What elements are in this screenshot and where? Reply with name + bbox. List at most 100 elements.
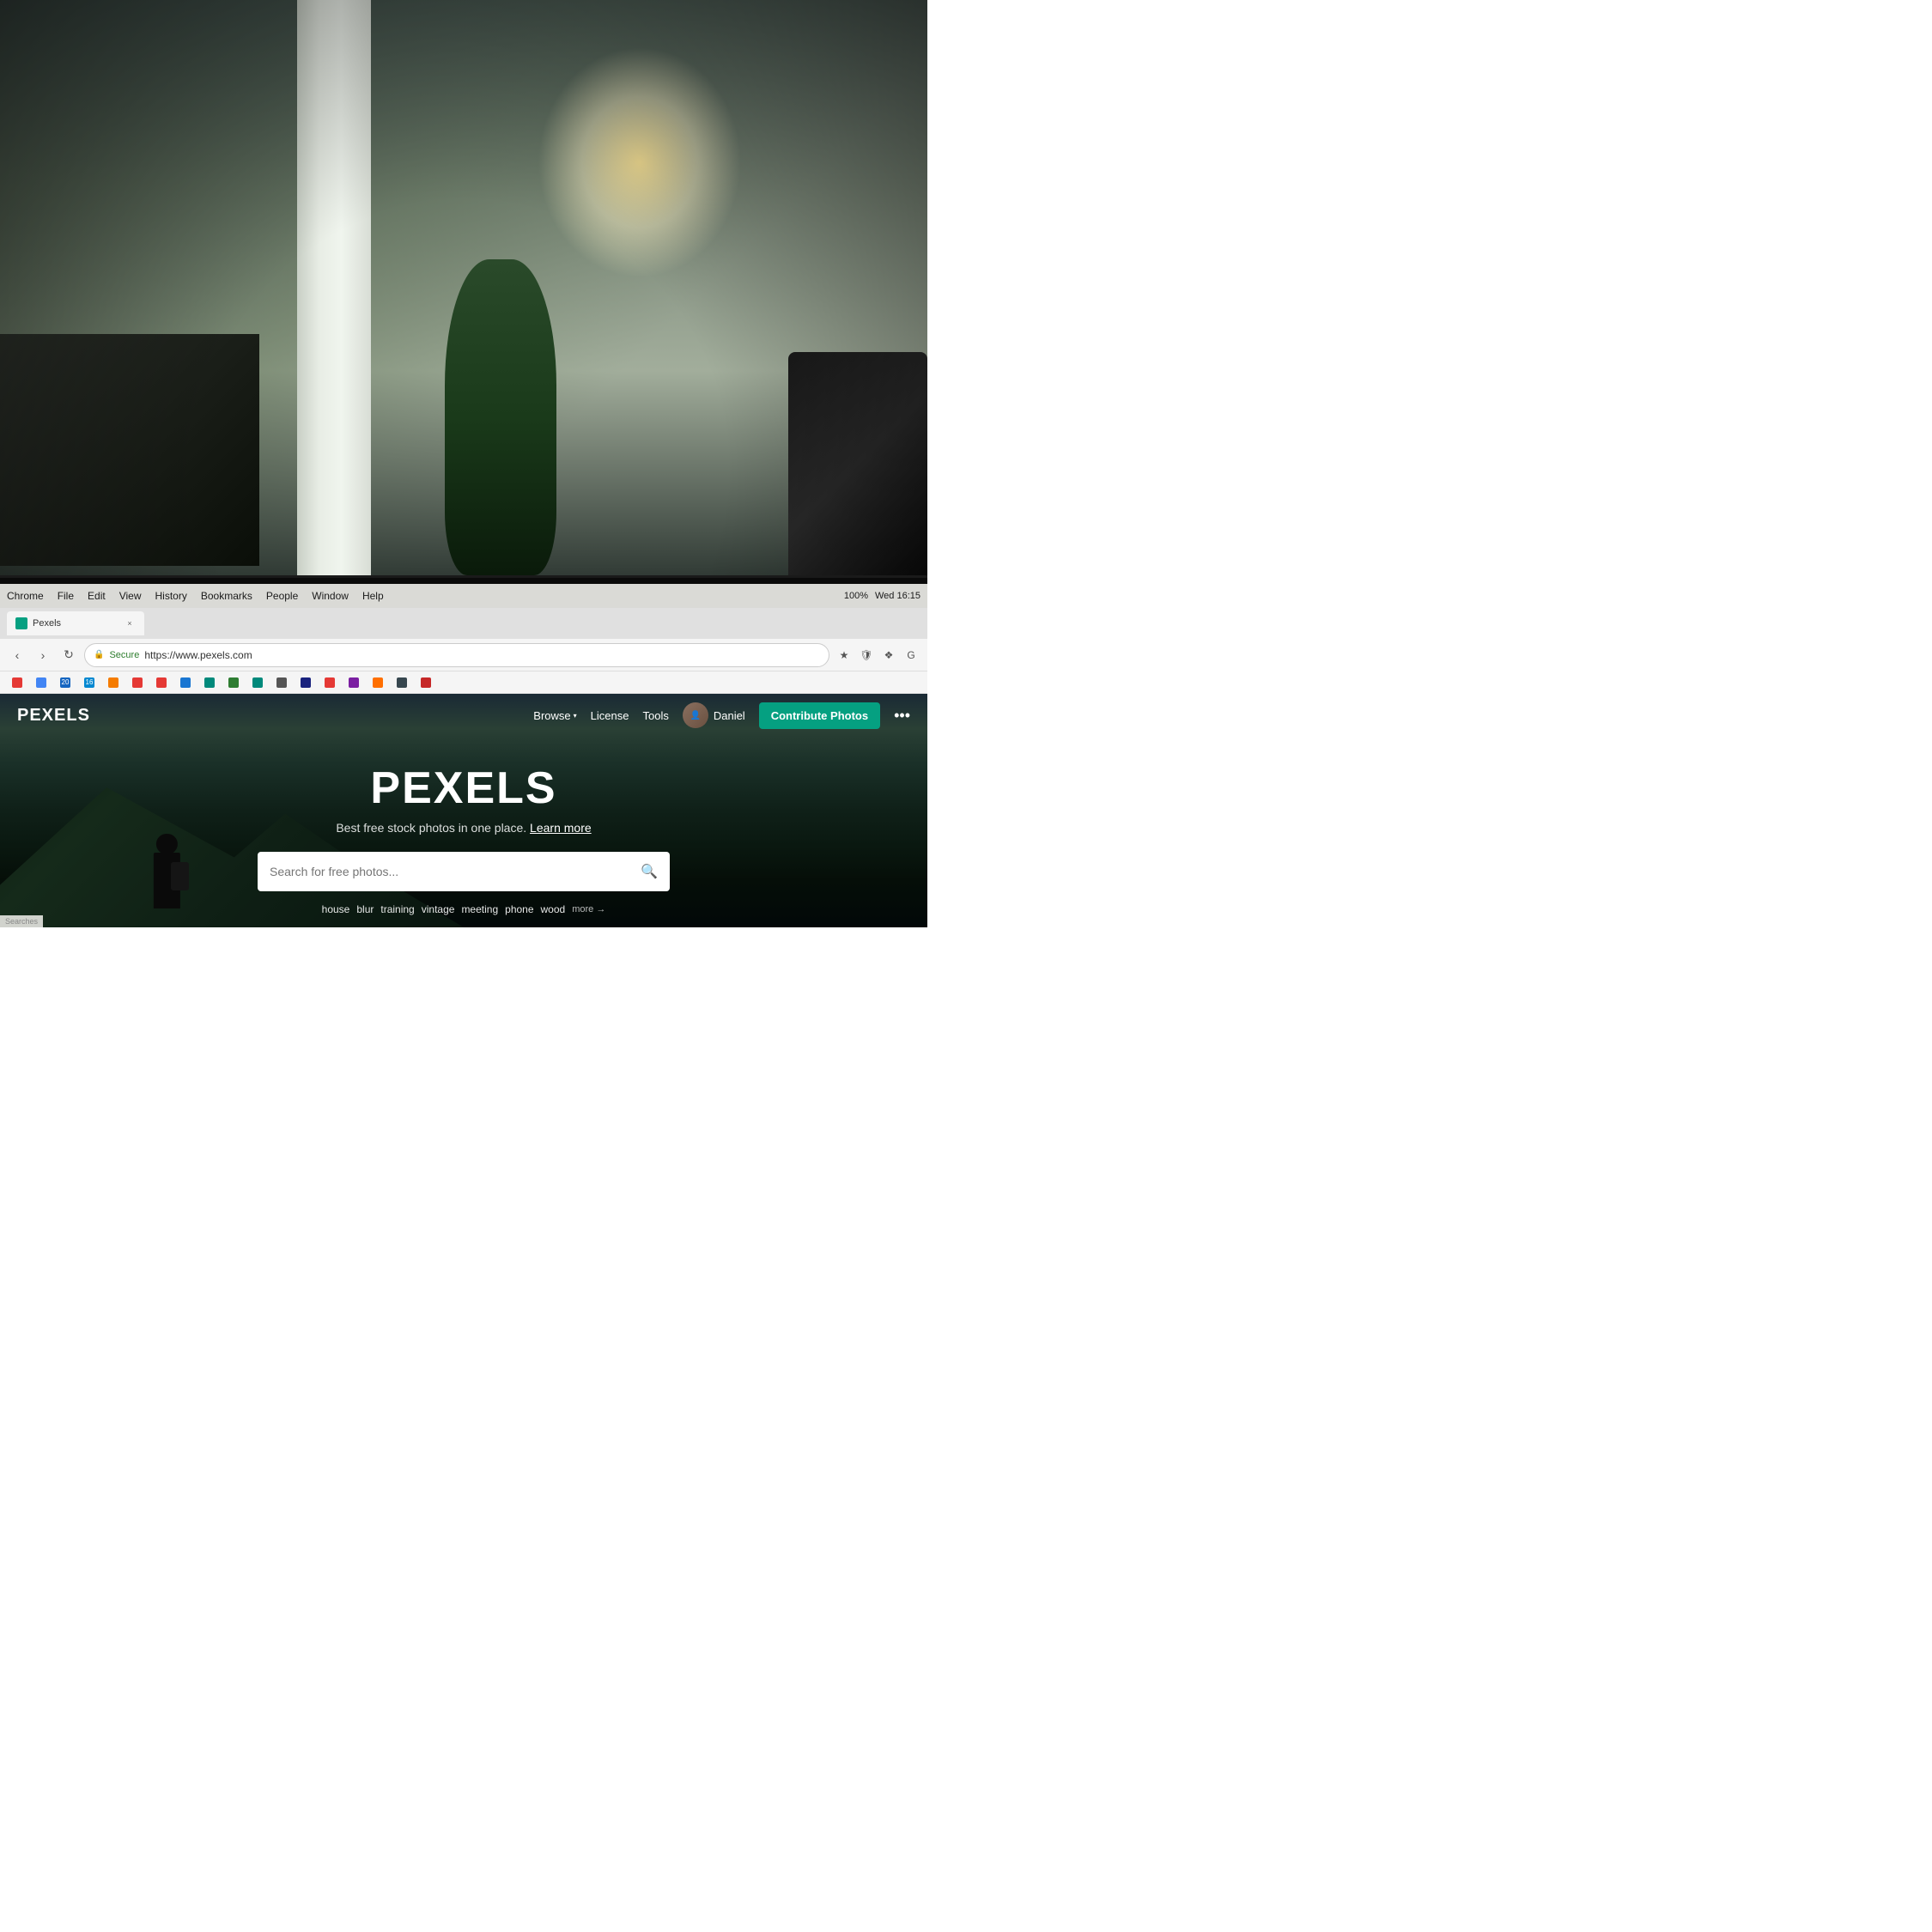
menubar-right: 100% Wed 16:15 [844, 591, 920, 601]
bookmark-blue[interactable] [175, 676, 196, 690]
browser-tab-pexels[interactable]: Pexels × [7, 611, 144, 635]
bookmark-medium-3[interactable] [295, 676, 316, 690]
macos-menubar: Chrome File Edit View History Bookmarks … [0, 584, 927, 608]
toolbar-icons-right: ★ 🛡 ❖ G [835, 646, 920, 665]
tab-favicon [15, 617, 27, 629]
bookmark-extra-1[interactable] [343, 676, 364, 690]
browser-chrome: Chrome File Edit View History Bookmarks … [0, 584, 927, 927]
shield-icon[interactable]: 🛡 [857, 646, 876, 665]
bookmark-gcal-1[interactable]: 20 [55, 676, 76, 690]
menu-edit[interactable]: Edit [88, 590, 106, 602]
user-name[interactable]: Daniel [714, 709, 745, 722]
search-icon: 🔍 [641, 863, 658, 880]
quick-tag-more[interactable]: more → [572, 904, 605, 914]
clock: Wed 16:15 [875, 591, 920, 601]
chrome-extension-1[interactable]: G [902, 646, 920, 665]
grey-favicon [397, 677, 407, 688]
blue-favicon [180, 677, 191, 688]
refresh-button[interactable]: ↻ [58, 645, 79, 665]
search-container[interactable]: 🔍 [258, 852, 670, 891]
secure-label: Secure [109, 650, 139, 660]
address-bar[interactable]: 🔒 Secure https://www.pexels.com [84, 643, 829, 667]
gmail-favicon [12, 677, 22, 688]
bookmark-extra-2[interactable] [368, 676, 388, 690]
diamond-favicon [325, 677, 335, 688]
status-bar: Searches [0, 915, 43, 927]
bookmark-star-icon[interactable]: ★ [835, 646, 854, 665]
menu-bookmarks[interactable]: Bookmarks [201, 590, 252, 602]
gcal2-favicon: 16 [84, 677, 94, 688]
bookmark-medium-2[interactable] [271, 676, 292, 690]
red-favicon [132, 677, 143, 688]
forward-button[interactable]: › [33, 645, 53, 665]
medium3-favicon [301, 677, 311, 688]
quick-tags: house blur training vintage meeting phon… [322, 903, 606, 915]
menu-help[interactable]: Help [362, 590, 384, 602]
bookmark-extra-4[interactable] [416, 676, 436, 690]
office-window-glow [538, 46, 742, 278]
nav-license[interactable]: License [591, 709, 629, 722]
quick-tag-phone[interactable]: phone [505, 903, 533, 915]
pexels-hero: PEXELS Best free stock photos in one pla… [0, 737, 927, 927]
nav-tools[interactable]: Tools [642, 709, 668, 722]
bookmark-gdrive[interactable] [31, 676, 52, 690]
search-input[interactable] [270, 865, 641, 878]
browser-toolbar: ‹ › ↻ 🔒 Secure https://www.pexels.com ★ … [0, 639, 927, 671]
user-avatar[interactable]: 👤 [683, 702, 708, 728]
amber-favicon [373, 677, 383, 688]
menu-history[interactable]: History [155, 590, 187, 602]
quick-tag-house[interactable]: house [322, 903, 350, 915]
back-button[interactable]: ‹ [7, 645, 27, 665]
green-favicon [228, 677, 239, 688]
quick-tag-blur[interactable]: blur [356, 903, 374, 915]
bookmark-gmail[interactable] [7, 676, 27, 690]
tab-close-button[interactable]: × [124, 617, 136, 629]
darkred-favicon [421, 677, 431, 688]
bookmark-extra-3[interactable] [392, 676, 412, 690]
bookmark-bar: 20 16 [0, 671, 927, 694]
bookmark-diamond[interactable] [319, 676, 340, 690]
pexels-logo: PEXELS [17, 706, 90, 726]
bookmark-green[interactable] [223, 676, 244, 690]
yt-favicon [156, 677, 167, 688]
battery-indicator: 100% [844, 591, 868, 601]
office-column [297, 0, 371, 575]
learn-more-link[interactable]: Learn more [530, 821, 592, 835]
tab-title: Pexels [33, 618, 61, 629]
browse-arrow: ▾ [574, 712, 577, 720]
license-label: License [591, 709, 629, 722]
bookmark-medium-1[interactable] [247, 676, 268, 690]
nav-browse[interactable]: Browse ▾ [533, 709, 576, 722]
office-desk [0, 334, 259, 566]
contribute-photos-button[interactable]: Contribute Photos [759, 702, 880, 729]
tab-bar: Pexels × [0, 608, 927, 639]
bookmark-gcal-2[interactable]: 16 [79, 676, 100, 690]
bookmark-teal[interactable] [199, 676, 220, 690]
menu-view[interactable]: View [119, 590, 142, 602]
more-options-button[interactable]: ••• [894, 707, 910, 725]
orange-favicon [108, 677, 118, 688]
office-chair [788, 352, 927, 574]
menu-window[interactable]: Window [312, 590, 349, 602]
teal-favicon [204, 677, 215, 688]
status-text: Searches [5, 917, 38, 926]
secure-icon: 🔒 [94, 650, 104, 659]
menu-file[interactable]: File [58, 590, 74, 602]
medium2-favicon [276, 677, 287, 688]
bookmark-red[interactable] [127, 676, 148, 690]
menu-people[interactable]: People [266, 590, 298, 602]
quick-tag-meeting[interactable]: meeting [461, 903, 498, 915]
quick-tag-vintage[interactable]: vintage [422, 903, 455, 915]
dropbox-icon[interactable]: ❖ [879, 646, 898, 665]
menu-chrome[interactable]: Chrome [7, 590, 44, 602]
gdrive-favicon [36, 677, 46, 688]
pexels-subtitle: Best free stock photos in one place. Lea… [336, 821, 591, 835]
quick-tag-wood[interactable]: wood [541, 903, 566, 915]
quick-tag-training[interactable]: training [380, 903, 414, 915]
purple-favicon [349, 677, 359, 688]
medium1-favicon [252, 677, 263, 688]
bookmark-orange[interactable] [103, 676, 124, 690]
tools-label: Tools [642, 709, 668, 722]
bookmark-youtube[interactable] [151, 676, 172, 690]
pexels-nav: PEXELS Browse ▾ License Tools 👤 Daniel C… [0, 694, 927, 737]
